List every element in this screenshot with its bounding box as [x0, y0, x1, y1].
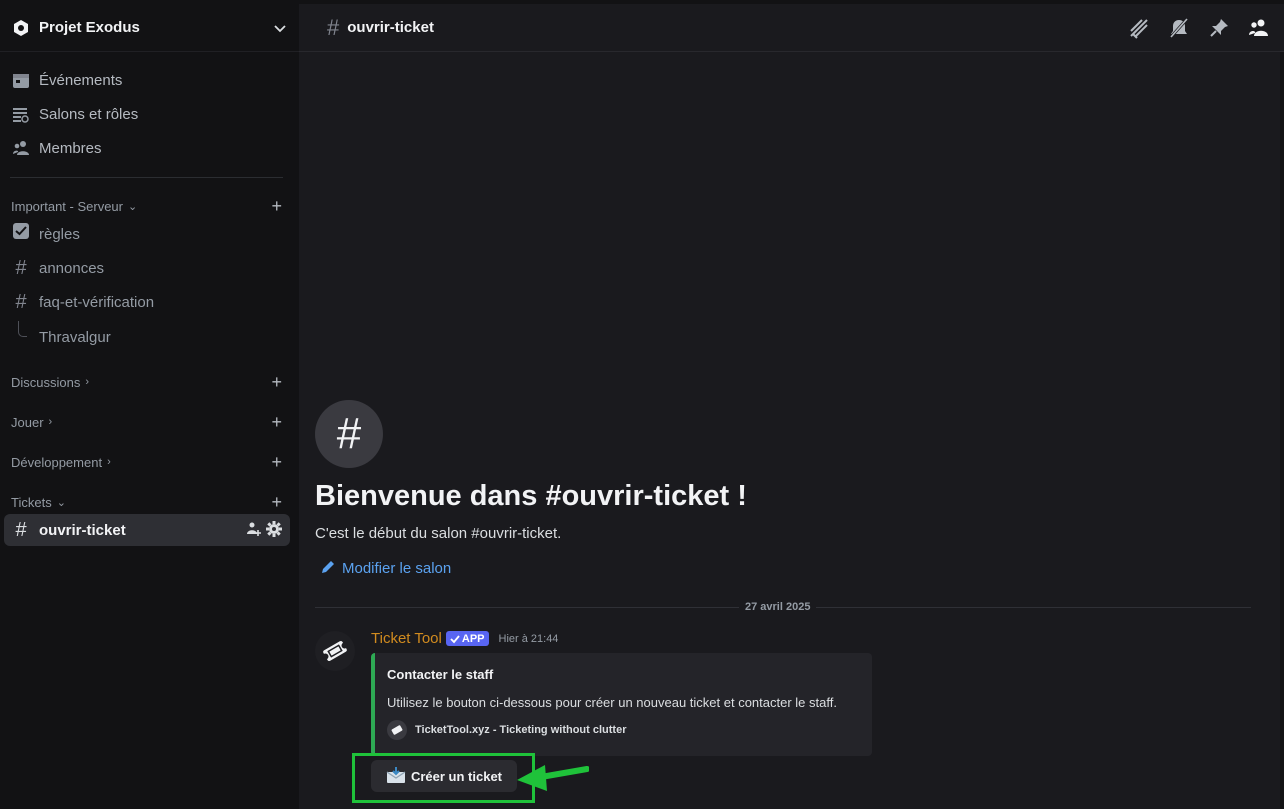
rules-icon [11, 222, 31, 246]
sidebar-item-members[interactable]: Membres [4, 132, 290, 164]
pencil-icon [321, 559, 336, 578]
channel-ouvrir-ticket[interactable]: # ouvrir-ticket [4, 514, 290, 546]
embed-footer: TicketTool.xyz - Ticketing without clutt… [387, 720, 626, 740]
sidebar-item-label: Membres [39, 139, 102, 157]
chat-main: # ouvrir-ticket # Bienvenue dans #ouvrir… [299, 4, 1284, 809]
guild-name: Projet Exodus [39, 19, 140, 36]
chevron-right-icon: › [48, 416, 53, 428]
calendar-icon [11, 70, 31, 90]
discord-app: Projet Exodus Événements Salons et rôles… [0, 0, 1284, 809]
channel-annonces[interactable]: # annonces [4, 252, 290, 284]
avatar[interactable] [315, 631, 355, 671]
channel-hash-badge: # [315, 400, 383, 468]
member-list-icon[interactable] [1248, 17, 1270, 39]
channel-faq[interactable]: # faq-et-vérification [4, 286, 290, 318]
category-developpement[interactable]: Développement › + [0, 452, 299, 472]
embed-title: Contacter le staff [387, 667, 494, 682]
chevron-down-icon: ⌄ [56, 496, 66, 509]
hash-icon: # [15, 290, 27, 313]
channel-label: annonces [39, 259, 105, 277]
sidebar-item-channels-roles[interactable]: Salons et rôles [4, 98, 290, 130]
ticket-icon [322, 641, 348, 661]
thread-connector [18, 321, 27, 337]
channel-tools [246, 521, 282, 541]
channel-label: ouvrir-ticket [39, 521, 126, 539]
channel-regles[interactable]: règles [4, 218, 290, 250]
welcome-title: Bienvenue dans #ouvrir-ticket ! [315, 480, 747, 512]
add-channel-icon[interactable]: + [271, 452, 282, 472]
category-tickets[interactable]: Tickets ⌄ + [0, 492, 299, 512]
hash-icon: # [15, 256, 27, 279]
add-channel-icon[interactable]: + [271, 196, 282, 216]
thread-thravalgur[interactable]: Thravalgur [39, 329, 111, 346]
category-discussions[interactable]: Discussions › + [0, 372, 299, 392]
channel-sidebar: Projet Exodus Événements Salons et rôles… [0, 4, 299, 809]
threads-icon[interactable] [1128, 17, 1150, 39]
pin-icon[interactable] [1208, 17, 1230, 39]
annotation-arrow-icon [513, 761, 590, 800]
add-channel-icon[interactable]: + [271, 412, 282, 432]
hash-icon: # [15, 518, 27, 541]
category-important[interactable]: Important - Serveur ⌄ + [0, 196, 299, 216]
invite-member-icon[interactable] [246, 521, 262, 541]
sidebar-divider [10, 177, 283, 178]
guild-header[interactable]: Projet Exodus [0, 4, 299, 52]
chevron-right-icon: › [107, 456, 111, 468]
message-timestamp: Hier à 21:44 [498, 632, 559, 645]
guild-icon [12, 19, 30, 37]
annotation-highlight-box [352, 753, 535, 803]
ticket-icon [387, 720, 407, 740]
mute-notifications-icon[interactable] [1168, 17, 1190, 39]
date-divider: 27 avril 2025 [739, 601, 817, 613]
check-icon [450, 634, 460, 643]
chevron-down-icon[interactable] [273, 21, 287, 35]
scrollbar[interactable] [1280, 52, 1284, 809]
embed-footer-text: TicketTool.xyz - Ticketing without clutt… [415, 724, 627, 736]
add-channel-icon[interactable]: + [271, 372, 282, 392]
add-channel-icon[interactable]: + [271, 492, 282, 512]
message-embed: Contacter le staff Utilisez le bouton ci… [371, 653, 872, 756]
embed-description: Utilisez le bouton ci-dessous pour créer… [387, 695, 837, 710]
channels-roles-icon [11, 104, 31, 124]
message-author[interactable]: Ticket Tool [371, 630, 442, 647]
message-header: Ticket Tool APP Hier à 21:44 [371, 630, 558, 647]
chevron-right-icon: › [85, 376, 90, 388]
header-toolbar [1128, 17, 1270, 39]
sidebar-item-events[interactable]: Événements [4, 64, 290, 96]
edit-channel-link[interactable]: Modifier le salon [321, 559, 451, 578]
welcome-subtitle: C'est le début du salon #ouvrir-ticket. [315, 525, 562, 542]
app-badge: APP [445, 631, 489, 646]
sidebar-item-label: Événements [39, 71, 123, 89]
sidebar-item-label: Salons et rôles [39, 105, 139, 123]
gear-icon[interactable] [266, 521, 282, 541]
channel-label: faq-et-vérification [39, 293, 155, 311]
category-jouer[interactable]: Jouer › + [0, 412, 299, 432]
channel-title: ouvrir-ticket [347, 19, 434, 36]
members-icon [11, 138, 31, 158]
channel-label: règles [39, 225, 80, 243]
hash-icon: # [327, 14, 340, 40]
channel-header: # ouvrir-ticket [299, 4, 1284, 52]
edit-channel-label: Modifier le salon [342, 560, 452, 577]
chevron-down-icon: ⌄ [128, 200, 138, 213]
